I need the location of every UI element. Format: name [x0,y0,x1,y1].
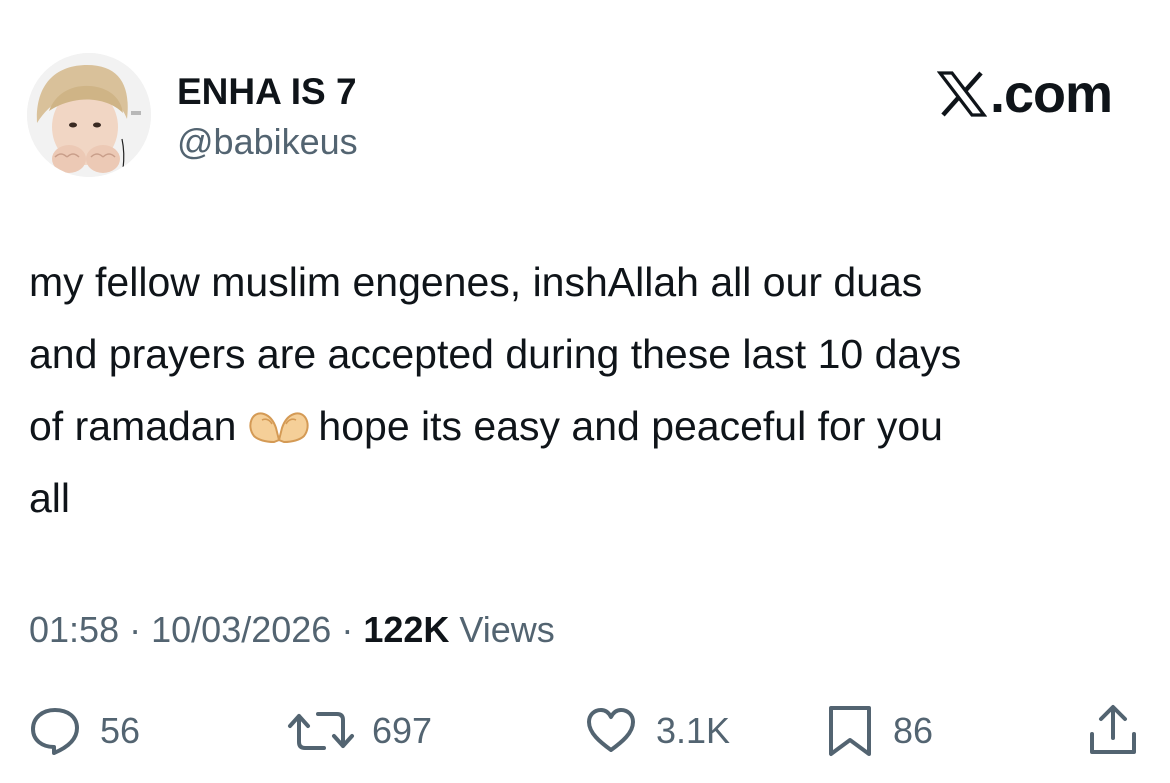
reply-icon [31,708,79,755]
display-name[interactable]: ENHA IS 7 [177,70,357,114]
like-button[interactable]: 3.1K [582,700,730,762]
user-handle[interactable]: @babikeus [177,120,358,164]
repost-icon [288,712,354,750]
tweet-line: all [29,475,71,521]
tweet-time[interactable]: 01:58 [29,609,119,650]
like-count: 3.1K [656,710,731,751]
tweet-line: my fellow muslim engenes, inshAllah all … [29,259,923,305]
share-button[interactable] [1084,700,1142,762]
brand-domain-text: .com [989,64,1113,124]
views-count[interactable]: 122K [363,609,449,650]
reply-count: 56 [100,710,141,751]
bookmark-count: 86 [893,710,934,751]
tweet-line-segment: hope its easy and peaceful for you [318,403,943,449]
avatar[interactable] [27,53,151,177]
heart-hands-emoji-icon [248,396,310,468]
avatar-image [27,53,151,177]
meta-separator: · [129,609,142,650]
action-bar: 56 697 3.1K 86 [0,700,1170,762]
tweet-line-segment: of ramadan [29,403,237,449]
reply-button[interactable]: 56 [26,700,140,762]
meta-separator: · [341,609,354,650]
tweet-meta: 01:58 · 10/03/2026 · 122K Views [29,606,555,654]
tweet-line: and prayers are accepted during these la… [29,331,962,377]
x-logo-icon [936,71,987,117]
bookmark-icon [829,706,871,756]
repost-count: 697 [372,710,433,751]
tweet-date[interactable]: 10/03/2026 [151,609,331,650]
tweet-text: my fellow muslim engenes, inshAllah all … [29,246,1149,534]
views-label: Views [459,609,555,650]
bookmark-button[interactable]: 86 [823,700,933,762]
repost-button[interactable]: 697 [286,700,432,762]
brand-logo: .com [936,64,1113,124]
heart-icon [587,708,635,752]
share-icon [1090,705,1136,754]
tweet-line: of ramadan hope its easy and peaceful fo… [29,390,1149,462]
